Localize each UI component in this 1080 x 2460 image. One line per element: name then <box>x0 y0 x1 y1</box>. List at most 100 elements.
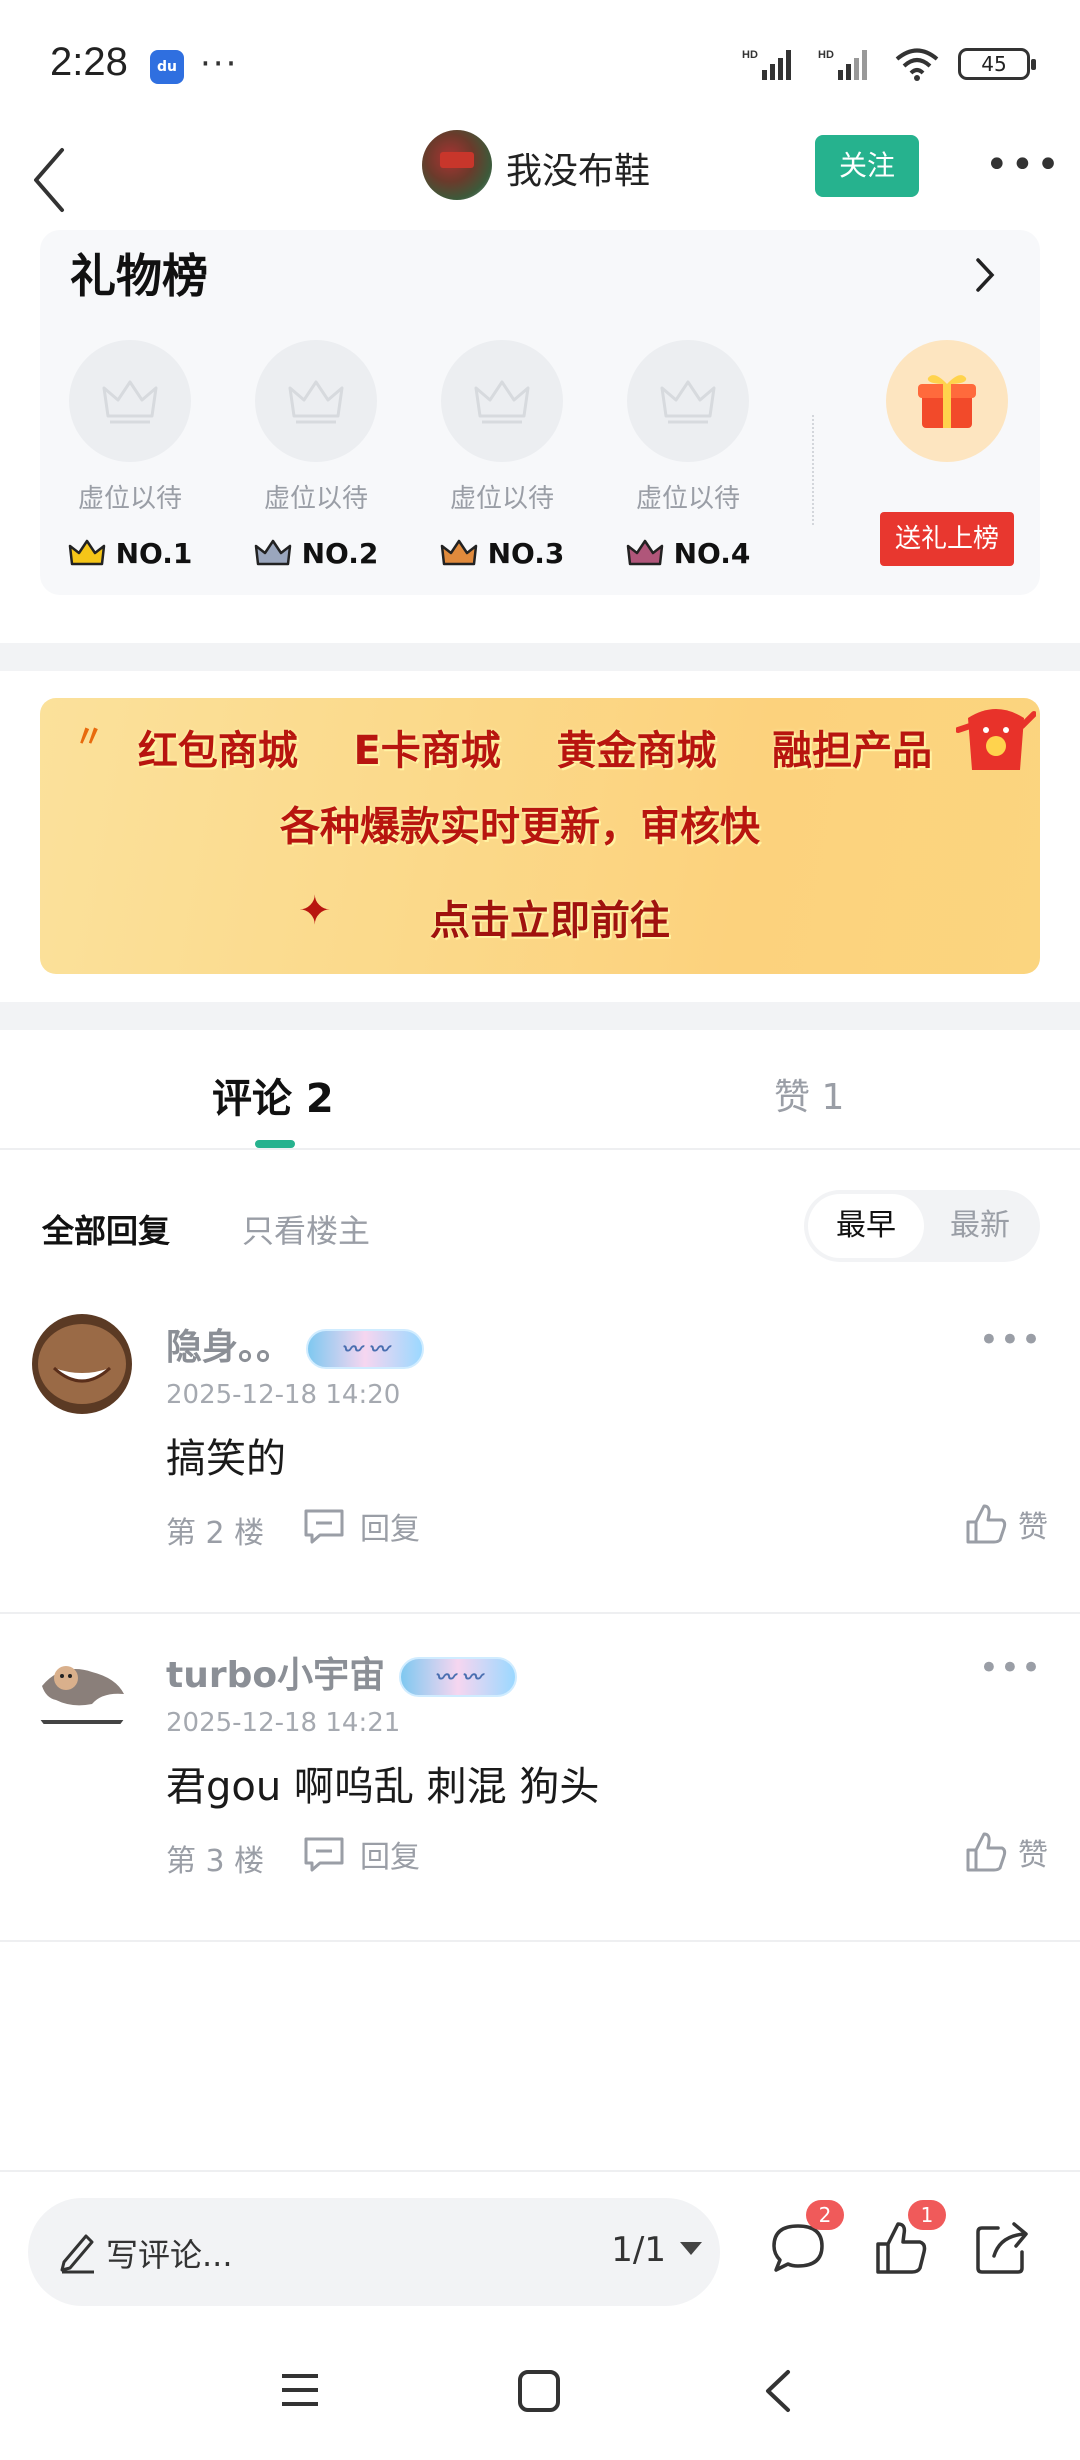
like-count-badge: 1 <box>908 2200 946 2230</box>
gift-slot-1[interactable]: 虚位以待 NO.1 <box>50 340 210 570</box>
notification-more-icon: ··· <box>200 44 239 84</box>
gift-board-title: 礼物榜 <box>70 249 208 303</box>
empty-crown-icon <box>441 340 563 462</box>
comments-button[interactable]: 2 <box>768 2200 844 2278</box>
post-header: 我没布鞋 关注 ••• <box>0 130 1080 240</box>
like-button[interactable]: 赞 <box>964 1502 1048 1546</box>
comment-text: 君gou 啊呜乱 刺混 狗头 <box>166 1764 600 1810</box>
purple-crown-icon <box>626 539 663 565</box>
comment-like-tabs: 评论 2 赞 1 <box>0 1030 1080 1150</box>
level-badge-icon: 〰 〰 <box>306 1329 425 1369</box>
reply-bubble-icon <box>304 1509 344 1544</box>
signal-hd-icon-2: HD <box>818 49 867 80</box>
tab-likes[interactable]: 赞 1 <box>774 1068 844 1120</box>
bottom-action-bar: 写评论... 1/1 2 1 <box>0 2170 1080 2310</box>
banner-cta[interactable]: 点击立即前往 <box>40 888 1040 946</box>
gift-slot-3[interactable]: 虚位以待 NO.3 <box>422 340 582 570</box>
filter-op-only[interactable]: 只看楼主 <box>242 1206 370 1252</box>
commenter-avatar[interactable] <box>32 1642 132 1742</box>
slot-placeholder: 虚位以待 <box>263 484 368 514</box>
banner-links-row: 红包商城 E卡商城 黄金商城 融担产品 <box>40 718 1040 776</box>
silver-crown-icon <box>254 539 291 565</box>
comment-item: 隐身。。〰 〰 ••• 2025-12-18 14:20 搞笑的 第 2 楼 回… <box>0 1286 1080 1614</box>
author-name[interactable]: 我没布鞋 <box>506 142 650 194</box>
banner-item: E卡商城 <box>353 728 501 774</box>
comment-time: 2025-12-18 14:20 <box>166 1380 401 1410</box>
comment-more-icon[interactable]: ••• <box>979 1320 1042 1360</box>
red-envelope-mascot-icon <box>956 709 1036 770</box>
nav-back-icon[interactable] <box>758 2366 798 2416</box>
write-comment-placeholder: 写评论... <box>106 2236 233 2274</box>
banner-subtitle: 各种爆款实时更新，审核快 <box>280 804 760 850</box>
thumbs-up-icon <box>966 1832 1007 1872</box>
sort-earliest-button[interactable]: 最早 <box>808 1194 924 1258</box>
svg-text:HD: HD <box>818 49 834 61</box>
comment-count-badge: 2 <box>806 2200 844 2230</box>
banner-item: 红包商城 <box>137 728 298 774</box>
commenter-name[interactable]: 隐身。。 <box>166 1327 292 1368</box>
post-detail-page: { "status_bar": { "time": "2:28", "batte… <box>0 0 1080 2460</box>
menu-icon[interactable] <box>278 2370 322 2410</box>
reply-button[interactable]: 回复 <box>302 1832 420 1876</box>
comment-filter-bar: 全部回复 只看楼主 最早 最新 <box>0 1190 1080 1266</box>
banner-item: 融担产品 <box>772 728 933 774</box>
bronze-crown-icon <box>440 539 477 565</box>
reply-button[interactable]: 回复 <box>302 1504 420 1548</box>
thumbs-up-icon <box>966 1504 1007 1544</box>
signal-hd-icon: HD <box>742 49 791 80</box>
comment-item: turbo小宇宙〰 〰 ••• 2025-12-18 14:21 君gou 啊呜… <box>0 1614 1080 1942</box>
gift-slot-2[interactable]: 虚位以待 NO.2 <box>236 340 396 570</box>
share-button[interactable] <box>972 2218 1032 2278</box>
floor-number: 第 3 楼 <box>166 1844 265 1879</box>
back-arrow-icon[interactable] <box>22 138 82 228</box>
home-icon[interactable] <box>516 2368 562 2414</box>
floor-number: 第 2 楼 <box>166 1516 265 1551</box>
baidu-app-icon: du <box>150 50 184 84</box>
send-gift-button[interactable]: 送礼上榜 <box>880 512 1014 566</box>
slot-rank: NO.1 <box>50 537 210 570</box>
caret-down-icon[interactable] <box>680 2242 702 2255</box>
empty-crown-icon <box>69 340 191 462</box>
slot-rank: NO.3 <box>422 537 582 570</box>
gift-box-icon[interactable] <box>886 340 1008 462</box>
slot-placeholder: 虚位以待 <box>449 484 554 514</box>
svg-text:HD: HD <box>742 49 758 61</box>
empty-crown-icon <box>255 340 377 462</box>
slot-rank: NO.2 <box>236 537 396 570</box>
level-badge-icon: 〰 〰 <box>399 1657 518 1697</box>
commenter-name-row: 隐身。。〰 〰 <box>166 1318 425 1370</box>
tab-comments[interactable]: 评论 2 <box>212 1066 334 1124</box>
chevron-right-icon[interactable] <box>970 250 1000 300</box>
sort-latest-button[interactable]: 最新 <box>924 1194 1036 1258</box>
write-comment-input[interactable]: 写评论... 1/1 <box>28 2198 720 2306</box>
status-bar: 2:28 du ··· HD HD 45 <box>0 0 1080 130</box>
author-avatar[interactable] <box>422 130 492 200</box>
slot-placeholder: 虚位以待 <box>77 484 182 514</box>
gift-divider <box>812 415 814 525</box>
gift-slot-4[interactable]: 虚位以待 NO.4 <box>608 340 768 570</box>
clock: 2:28 <box>50 40 128 84</box>
banner-item: 黄金商城 <box>556 728 717 774</box>
more-options-icon[interactable]: ••• <box>985 142 1062 188</box>
battery-indicator: 45 <box>958 48 1036 80</box>
like-post-button[interactable]: 1 <box>870 2200 946 2278</box>
gift-board-card[interactable]: 礼物榜 虚位以待 NO.1 虚位以待 NO.2 虚位以待 NO.3 虚位以待 N… <box>40 230 1040 595</box>
commenter-name[interactable]: turbo小宇宙 <box>166 1655 385 1696</box>
reply-bubble-icon <box>304 1837 344 1872</box>
commenter-avatar[interactable] <box>32 1314 132 1414</box>
commenter-name-row: turbo小宇宙〰 〰 <box>166 1646 518 1698</box>
follow-button[interactable]: 关注 <box>815 135 919 197</box>
slot-placeholder: 虚位以待 <box>635 484 740 514</box>
section-divider <box>0 643 1080 671</box>
wifi-icon <box>895 48 939 81</box>
filter-all-replies[interactable]: 全部回复 <box>42 1206 170 1252</box>
active-tab-indicator <box>255 1140 295 1148</box>
page-indicator[interactable]: 1/1 <box>611 2230 666 2270</box>
comment-text: 搞笑的 <box>166 1436 286 1482</box>
system-navigation-bar <box>0 2330 1080 2460</box>
comment-more-icon[interactable]: ••• <box>979 1648 1042 1688</box>
like-button[interactable]: 赞 <box>964 1830 1048 1874</box>
promo-banner[interactable]: 〃 红包商城 E卡商城 黄金商城 融担产品 各种爆款实时更新，审核快 ✦ 点击立… <box>40 698 1040 974</box>
comment-time: 2025-12-18 14:21 <box>166 1708 401 1738</box>
section-divider <box>0 1002 1080 1030</box>
